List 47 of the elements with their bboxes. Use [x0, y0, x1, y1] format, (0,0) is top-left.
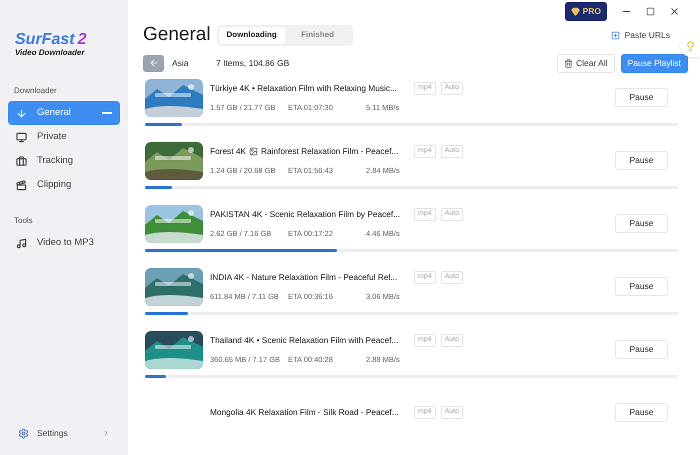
sidebar-item[interactable]: Private: [8, 125, 120, 149]
pro-badge[interactable]: PRO: [564, 2, 607, 21]
lightbulb-icon: [684, 40, 696, 52]
logo-name: SurFast: [15, 32, 75, 48]
chevron-right-icon: [102, 429, 110, 437]
pause-button[interactable]: Pause: [615, 151, 668, 170]
clipping-icon: [16, 180, 27, 190]
download-icon: [16, 108, 27, 118]
pause-button[interactable]: Pause: [615, 88, 668, 107]
maximize-icon[interactable]: [646, 7, 655, 16]
gem-icon: [570, 7, 580, 16]
video-title: Türkiye 4K • Relaxation Film with Relaxing Music...: [210, 82, 397, 95]
pause-button[interactable]: Pause: [615, 340, 668, 359]
paste-urls-link[interactable]: Paste URLs: [624, 28, 670, 42]
section-heading: Downloader: [13, 85, 58, 97]
paste-icon: [610, 30, 620, 40]
video-title: Mongolia 4K Relaxation Film - Silk Road - Peacef...: [210, 406, 399, 419]
video-title: Thailand 4K • Scenic Relaxation Film with Peacef...: [210, 334, 398, 347]
logo-subtitle: Video Downloader: [15, 49, 86, 57]
video-title: INDIA 4K - Nature Relaxation Film - Peaceful Rel...: [210, 271, 398, 284]
back-button[interactable]: [143, 54, 164, 72]
video-title: PAKISTAN 4K - Scenic Relaxation Film by Peacef...: [210, 208, 400, 221]
sidebar-item[interactable]: Video to MP3: [8, 231, 120, 255]
playlist-summary: 7 Items, 104.86 GB: [216, 56, 290, 70]
page-title: General: [143, 23, 211, 47]
trash-icon: [564, 58, 573, 68]
playlist-name: Asia: [172, 56, 190, 70]
tip-bubble[interactable]: [680, 35, 700, 57]
tab[interactable]: Downloading: [218, 26, 285, 44]
video-title: Forest 4K: [210, 145, 246, 158]
logo-number: 2: [78, 32, 86, 48]
private-icon: [16, 132, 27, 142]
music-icon: [16, 238, 27, 248]
image-icon: [248, 146, 258, 156]
pause-button[interactable]: Pause: [615, 403, 668, 422]
video-title: Rainforest Relaxation Film - Peacef...: [260, 145, 398, 158]
pause-button[interactable]: Pause: [615, 214, 668, 233]
sidebar-item[interactable]: Clipping: [8, 173, 120, 197]
sidebar-item[interactable]: Tracking: [8, 149, 120, 173]
tracking-icon: [16, 156, 27, 166]
pause-button[interactable]: Pause: [615, 277, 668, 296]
settings-icon[interactable]: [18, 428, 29, 438]
settings-link[interactable]: Settings: [37, 426, 94, 440]
close-icon[interactable]: [669, 6, 680, 17]
clear-all-button[interactable]: Clear All: [556, 54, 615, 73]
arrow-left-icon: [148, 58, 158, 68]
section-heading: Tools: [13, 215, 34, 227]
